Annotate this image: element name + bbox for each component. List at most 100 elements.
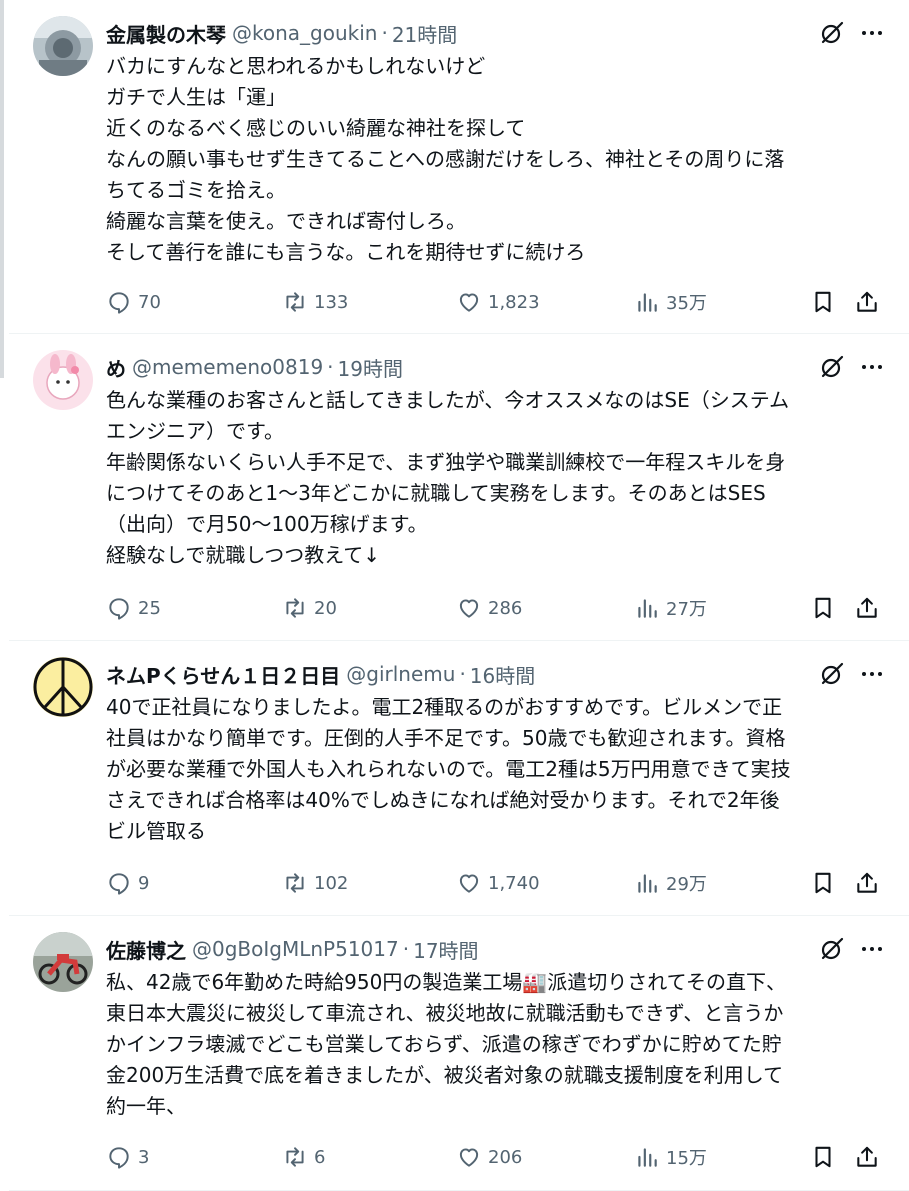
retweet-button[interactable]: 20 [282, 593, 337, 623]
action-bar: 3 6 206 15万 [106, 1142, 896, 1172]
bookmark-button[interactable] [810, 593, 842, 623]
tweet-text-line: につけてそのあと1〜3年どこかに就職して実務をします。そのあとはSES [106, 481, 766, 505]
share-button[interactable] [854, 593, 886, 623]
tweet-text-line: 年齢関係ないくらい人手不足で、まず独学や職業訓練校で一年程スキルを身 [106, 450, 786, 474]
heart-icon [459, 1148, 479, 1167]
tweet-text-line: そして善行を誰にも言うな。これを期待せずに続けろ [106, 240, 586, 264]
retweet-count: 133 [314, 291, 349, 313]
heart-icon [459, 293, 479, 312]
views-button[interactable]: 15万 [634, 1142, 707, 1172]
tweet[interactable]: め @mememeno0819 · 19時間 色んな業種のお客さんと話してきまし… [9, 334, 909, 641]
reply-icon [109, 292, 129, 314]
share-icon [857, 1146, 877, 1167]
views-icon [638, 599, 657, 618]
tweet-text-line: ビル管取る [106, 819, 206, 843]
grok-icon[interactable] [819, 354, 845, 380]
retweet-icon [286, 1147, 304, 1167]
share-icon [857, 872, 877, 893]
display-name[interactable]: め [106, 353, 126, 382]
bookmark-button[interactable] [810, 287, 842, 317]
retweet-count: 6 [314, 1146, 326, 1168]
reply-count: 9 [138, 872, 150, 894]
scrollbar-thumb[interactable] [0, 0, 4, 378]
views-button[interactable]: 35万 [634, 287, 707, 317]
like-button[interactable]: 286 [456, 593, 522, 623]
avatar[interactable] [33, 932, 93, 992]
user-handle[interactable]: @0gBoIgMLnP51017 [192, 937, 399, 961]
tweet-text-line: が必要な業種で外国人も入れられないので。電工2種は5万円用意できて実技 [106, 757, 791, 781]
avatar[interactable] [33, 350, 93, 410]
tweet[interactable]: 金属製の木琴 @kona_goukin · 21時間 バカにすんなと思われるかも… [9, 0, 909, 334]
avatar[interactable] [33, 657, 93, 717]
like-count: 286 [488, 597, 523, 619]
user-handle[interactable]: @girlnemu [346, 662, 455, 686]
retweet-button[interactable]: 133 [282, 287, 348, 317]
share-button[interactable] [854, 287, 886, 317]
tweet-text-line: 金200万生活費で底を着きましたが、被災者対象の就職支援制度を利用して [106, 1063, 784, 1087]
tweet-text: 色んな業種のお客さんと話してきましたが、今オススメなのはSE（システム エンジニ… [106, 385, 876, 571]
tweet-text-line: 近くのなるべく感じのいい綺麗な神社を探して [106, 116, 526, 140]
like-count: 1,823 [488, 291, 540, 313]
retweet-button[interactable]: 6 [282, 1142, 325, 1172]
reply-count: 70 [138, 291, 161, 313]
more-options-icon[interactable] [859, 662, 885, 686]
grok-icon[interactable] [819, 936, 845, 962]
timestamp[interactable]: 19時間 [338, 353, 403, 382]
timestamp[interactable]: 17時間 [413, 935, 478, 964]
reply-button[interactable]: 9 [106, 868, 149, 898]
like-button[interactable]: 206 [456, 1142, 522, 1172]
heart-icon [459, 874, 479, 893]
grok-icon[interactable] [819, 661, 845, 687]
views-button[interactable]: 27万 [634, 593, 707, 623]
retweet-count: 102 [314, 872, 349, 894]
timestamp[interactable]: 16時間 [470, 660, 535, 689]
avatar[interactable] [33, 16, 93, 76]
more-options-icon[interactable] [859, 355, 885, 379]
tweet-text-line: かインフラ壊滅でどこも営業しておらず、派遣の稼ぎでわずかに貯めてた貯 [106, 1032, 782, 1056]
display-name[interactable]: 金属製の木琴 [106, 19, 226, 48]
views-button[interactable]: 29万 [634, 868, 707, 898]
reply-icon [109, 1147, 129, 1169]
tweet-header: ネムPくらせん１日２日目 @girlnemu · 16時間 [106, 659, 535, 689]
tweet[interactable]: 佐藤博之 @0gBoIgMLnP51017 · 17時間 私、42歳で6年勤めた… [9, 916, 909, 1191]
action-bar: 9 102 1,740 29万 [106, 868, 896, 898]
user-handle[interactable]: @kona_goukin [232, 21, 377, 45]
retweet-icon [286, 292, 304, 312]
separator-dot: · [327, 355, 334, 379]
more-options-icon[interactable] [859, 937, 885, 961]
display-name[interactable]: 佐藤博之 [106, 935, 186, 964]
reply-button[interactable]: 3 [106, 1142, 149, 1172]
reply-icon [109, 598, 129, 620]
views-icon [638, 874, 657, 893]
reply-count: 3 [138, 1146, 150, 1168]
more-options-icon[interactable] [859, 21, 885, 45]
tweet-text-line: 社員はかなり簡単です。圧倒的人手不足です。50歳でも歓迎されます。資格 [106, 726, 786, 750]
bookmark-button[interactable] [810, 1142, 842, 1172]
timestamp[interactable]: 21時間 [392, 19, 457, 48]
reply-button[interactable]: 25 [106, 593, 161, 623]
separator-dot: · [381, 21, 388, 45]
display-name[interactable]: ネムPくらせん１日２日目 [106, 660, 340, 689]
scrollbar-track[interactable] [0, 0, 9, 1191]
like-button[interactable]: 1,823 [456, 287, 540, 317]
tweet[interactable]: ネムPくらせん１日２日目 @girlnemu · 16時間 40で正社員になりま… [9, 641, 909, 916]
share-button[interactable] [854, 1142, 886, 1172]
bookmark-icon [815, 1146, 831, 1168]
reply-button[interactable]: 70 [106, 287, 161, 317]
retweet-icon [286, 598, 304, 618]
share-icon [857, 597, 877, 618]
bookmark-button[interactable] [810, 868, 842, 898]
retweet-button[interactable]: 102 [282, 868, 348, 898]
share-button[interactable] [854, 868, 886, 898]
like-count: 1,740 [488, 872, 540, 894]
tweet-text-line: 綺麗な言葉を使え。できれば寄付しろ。 [106, 209, 466, 233]
grok-icon[interactable] [819, 20, 845, 46]
timeline: 金属製の木琴 @kona_goukin · 21時間 バカにすんなと思われるかも… [9, 0, 909, 1191]
tweet-header: 金属製の木琴 @kona_goukin · 21時間 [106, 18, 457, 48]
like-button[interactable]: 1,740 [456, 868, 540, 898]
user-handle[interactable]: @mememeno0819 [132, 355, 323, 379]
share-icon [857, 291, 877, 312]
tweet-header: め @mememeno0819 · 19時間 [106, 352, 403, 382]
bookmark-icon [815, 597, 831, 619]
tweet-text-line: なんの願い事もせず生きてることへの感謝だけをしろ、神社とその周りに落 [106, 147, 785, 171]
